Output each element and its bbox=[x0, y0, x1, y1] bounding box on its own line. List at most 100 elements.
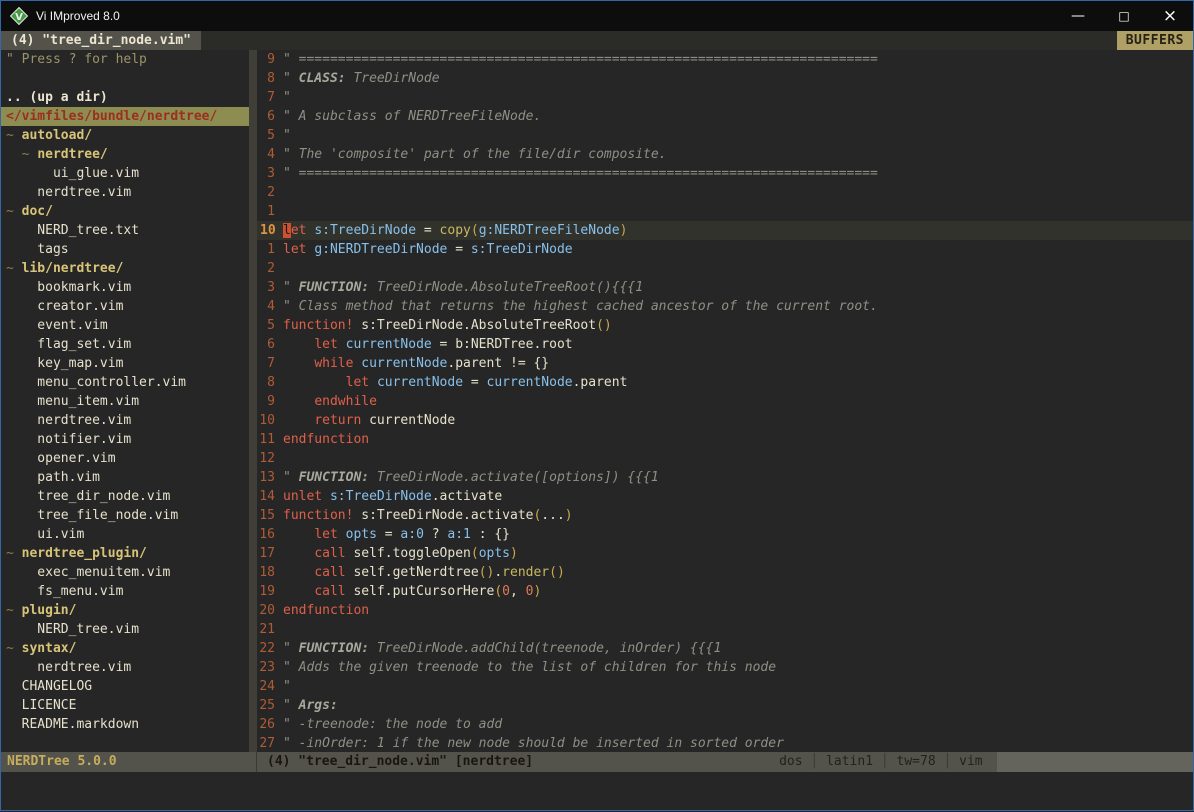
line-number: 7 bbox=[257, 88, 283, 107]
tree-updir-line[interactable]: .. (up a dir) bbox=[6, 88, 249, 107]
code-text: call self.toggleOpen(opts) bbox=[283, 544, 1193, 563]
code-line[interactable]: 6 let currentNode = b:NERDTree.root bbox=[257, 335, 1193, 354]
code-line[interactable]: 1 bbox=[257, 202, 1193, 221]
tree-file-item[interactable]: CHANGELOG bbox=[6, 677, 249, 696]
code-line[interactable]: 27" -inOrder: 1 if the new node should b… bbox=[257, 734, 1193, 752]
minimize-button[interactable]: — bbox=[1055, 1, 1101, 31]
tree-file-item[interactable]: nerdtree.vim bbox=[6, 183, 249, 202]
tab-tree-dir-node[interactable]: (4) "tree_dir_node.vim" bbox=[1, 31, 201, 50]
close-button[interactable]: × bbox=[1147, 1, 1193, 31]
code-line[interactable]: 8" CLASS: TreeDirNode bbox=[257, 69, 1193, 88]
code-line[interactable]: 6" A subclass of NERDTreeFileNode. bbox=[257, 107, 1193, 126]
code-line[interactable]: 18 call self.getNerdtree().render() bbox=[257, 563, 1193, 582]
code-line[interactable]: 20endfunction bbox=[257, 601, 1193, 620]
window-title: Vi IMproved 8.0 bbox=[36, 9, 1055, 23]
code-line[interactable]: 9 endwhile bbox=[257, 392, 1193, 411]
line-number: 9 bbox=[257, 392, 283, 411]
tree-file-item[interactable]: ui_glue.vim bbox=[6, 164, 249, 183]
code-line[interactable]: 3" FUNCTION: TreeDirNode.AbsoluteTreeRoo… bbox=[257, 278, 1193, 297]
code-text bbox=[283, 183, 1193, 202]
tree-dir-item[interactable]: ~ doc/ bbox=[6, 202, 249, 221]
tree-file-item[interactable]: key_map.vim bbox=[6, 354, 249, 373]
open-dir-indicator: ~ bbox=[6, 204, 22, 219]
code-text: return currentNode bbox=[283, 411, 1193, 430]
tree-file-item[interactable]: nerdtree.vim bbox=[6, 411, 249, 430]
code-line[interactable]: 9" =====================================… bbox=[257, 50, 1193, 69]
tree-file-item[interactable]: README.markdown bbox=[6, 715, 249, 734]
vim-logo-icon: V bbox=[10, 7, 28, 25]
code-line[interactable]: 5function! s:TreeDirNode.AbsoluteTreeRoo… bbox=[257, 316, 1193, 335]
tree-file-item[interactable]: fs_menu.vim bbox=[6, 582, 249, 601]
code-line[interactable]: 4" Class method that returns the highest… bbox=[257, 297, 1193, 316]
code-line[interactable]: 25" Args: bbox=[257, 696, 1193, 715]
code-line[interactable]: 2 bbox=[257, 183, 1193, 202]
code-line[interactable]: 26" -treenode: the node to add bbox=[257, 715, 1193, 734]
tree-file-item[interactable]: tags bbox=[6, 240, 249, 259]
tree-dir-item[interactable]: ~ nerdtree_plugin/ bbox=[6, 544, 249, 563]
code-line[interactable]: 24" bbox=[257, 677, 1193, 696]
code-line[interactable]: 19 call self.putCursorHere(0, 0) bbox=[257, 582, 1193, 601]
code-line[interactable]: 16 let opts = a:0 ? a:1 : {} bbox=[257, 525, 1193, 544]
open-dir-indicator: ~ bbox=[6, 641, 22, 656]
code-line[interactable]: 15function! s:TreeDirNode.activate(...) bbox=[257, 506, 1193, 525]
code-line[interactable]: 23" Adds the given treenode to the list … bbox=[257, 658, 1193, 677]
dir-name: nerdtree_plugin/ bbox=[22, 546, 147, 561]
code-text: let currentNode = b:NERDTree.root bbox=[283, 335, 1193, 354]
code-line[interactable]: 8 let currentNode = currentNode.parent bbox=[257, 373, 1193, 392]
tree-file-item[interactable]: path.vim bbox=[6, 468, 249, 487]
tree-blank-line bbox=[6, 69, 249, 88]
code-line[interactable]: 4" The 'composite' part of the file/dir … bbox=[257, 145, 1193, 164]
code-text: let currentNode = currentNode.parent bbox=[283, 373, 1193, 392]
tree-help-line: " Press ? for help bbox=[6, 50, 249, 69]
dir-name: nerdtree/ bbox=[37, 147, 107, 162]
code-line[interactable]: 22" FUNCTION: TreeDirNode.addChild(treen… bbox=[257, 639, 1193, 658]
tree-dir-item[interactable]: ~ plugin/ bbox=[6, 601, 249, 620]
maximize-button[interactable]: □ bbox=[1101, 1, 1147, 31]
tree-file-item[interactable]: menu_controller.vim bbox=[6, 373, 249, 392]
statusline: NERDTree 5.0.0 (4) "tree_dir_node.vim" [… bbox=[1, 752, 1193, 772]
code-line[interactable]: 7 while currentNode.parent != {} bbox=[257, 354, 1193, 373]
code-text: function! s:TreeDirNode.activate(...) bbox=[283, 506, 1193, 525]
code-line[interactable]: 13" FUNCTION: TreeDirNode.activate([opti… bbox=[257, 468, 1193, 487]
code-line[interactable]: 1let g:NERDTreeDirNode = s:TreeDirNode bbox=[257, 240, 1193, 259]
tree-file-item[interactable]: menu_item.vim bbox=[6, 392, 249, 411]
tree-file-item[interactable]: LICENCE bbox=[6, 696, 249, 715]
dir-name: plugin/ bbox=[22, 603, 77, 618]
line-number: 8 bbox=[257, 373, 283, 392]
tree-file-item[interactable]: flag_set.vim bbox=[6, 335, 249, 354]
tree-file-item[interactable]: tree_dir_node.vim bbox=[6, 487, 249, 506]
code-line[interactable]: 3" =====================================… bbox=[257, 164, 1193, 183]
code-line[interactable]: 2 bbox=[257, 259, 1193, 278]
tree-dir-item[interactable]: ~ syntax/ bbox=[6, 639, 249, 658]
tree-file-item[interactable]: creator.vim bbox=[6, 297, 249, 316]
code-text: " bbox=[283, 677, 1193, 696]
tree-cwd-line[interactable]: </vimfiles/bundle/nerdtree/ bbox=[1, 107, 249, 126]
tree-file-item[interactable]: ui.vim bbox=[6, 525, 249, 544]
tree-file-item[interactable]: NERD_tree.txt bbox=[6, 221, 249, 240]
code-line[interactable]: 10let s:TreeDirNode = copy(g:NERDTreeFil… bbox=[257, 221, 1193, 240]
code-line[interactable]: 21 bbox=[257, 620, 1193, 639]
code-line[interactable]: 17 call self.toggleOpen(opts) bbox=[257, 544, 1193, 563]
tree-file-item[interactable]: bookmark.vim bbox=[6, 278, 249, 297]
code-line[interactable]: 14unlet s:TreeDirNode.activate bbox=[257, 487, 1193, 506]
tree-file-item[interactable]: notifier.vim bbox=[6, 430, 249, 449]
tree-file-item[interactable]: NERD_tree.vim bbox=[6, 620, 249, 639]
line-number: 5 bbox=[257, 126, 283, 145]
tree-dir-item[interactable]: ~ autoload/ bbox=[6, 126, 249, 145]
tree-file-item[interactable]: event.vim bbox=[6, 316, 249, 335]
code-line[interactable]: 10 return currentNode bbox=[257, 411, 1193, 430]
code-line[interactable]: 7" bbox=[257, 88, 1193, 107]
code-text: " FUNCTION: TreeDirNode.activate([option… bbox=[283, 468, 1193, 487]
file-info-item: vim bbox=[959, 754, 982, 769]
window-separator[interactable] bbox=[249, 50, 257, 752]
code-line[interactable]: 11endfunction bbox=[257, 430, 1193, 449]
tree-file-item[interactable]: tree_file_node.vim bbox=[6, 506, 249, 525]
tree-dir-item[interactable]: ~ lib/nerdtree/ bbox=[6, 259, 249, 278]
tree-file-item[interactable]: nerdtree.vim bbox=[6, 658, 249, 677]
tree-file-item[interactable]: opener.vim bbox=[6, 449, 249, 468]
code-line[interactable]: 12 bbox=[257, 449, 1193, 468]
tree-file-item[interactable]: exec_menuitem.vim bbox=[6, 563, 249, 582]
code-line[interactable]: 5" bbox=[257, 126, 1193, 145]
tree-dir-item[interactable]: ~ nerdtree/ bbox=[6, 145, 249, 164]
code-text: endfunction bbox=[283, 430, 1193, 449]
